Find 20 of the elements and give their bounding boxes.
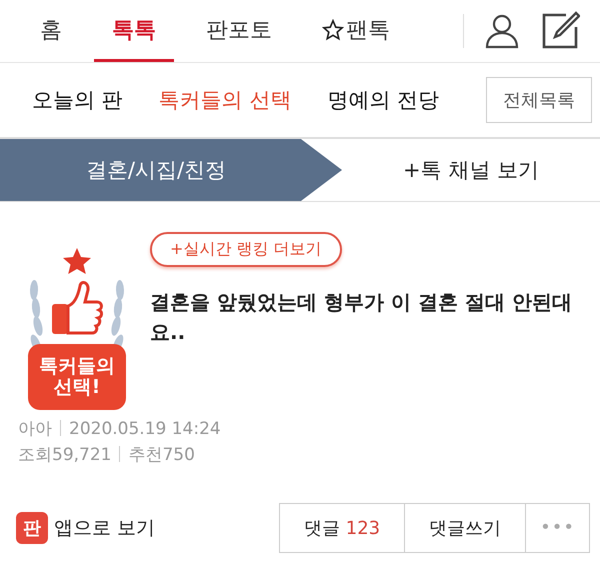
star-icon (322, 18, 344, 40)
open-in-app-link[interactable]: 판 앱으로 보기 (16, 512, 156, 544)
view-count: 조회59,721 (18, 445, 112, 466)
post-date: 2020.05.19 14:24 (69, 419, 221, 439)
post-title: 결혼을 앞뒀었는데 형부가 이 결혼 절대 안된대요.. (150, 289, 573, 346)
nav-tab[interactable]: 톡톡 (94, 0, 174, 62)
nav-tab[interactable]: 판포토 (188, 0, 290, 62)
badge: 톡커들의 선택! (28, 344, 126, 410)
current-channel: 결혼/시집/친정 (0, 139, 342, 201)
category-link[interactable]: 톡커들의 선택 (158, 86, 292, 114)
nav-tab[interactable]: 홈 (22, 0, 80, 62)
app-logo-icon: 판 (16, 512, 48, 544)
ranking-button[interactable]: +실시간 랭킹 더보기 (150, 232, 342, 267)
channel-list-button[interactable]: +톡 채널 보기 (342, 139, 600, 201)
category-link[interactable]: 오늘의 판 (32, 86, 123, 114)
all-list-button[interactable]: 전체목록 (486, 77, 592, 123)
nav-tab[interactable]: 팬톡 (304, 0, 408, 62)
category-link[interactable]: 명예의 전당 (327, 86, 440, 114)
author: 아아 (18, 419, 52, 439)
recommend-count: 추천750 (128, 445, 195, 466)
